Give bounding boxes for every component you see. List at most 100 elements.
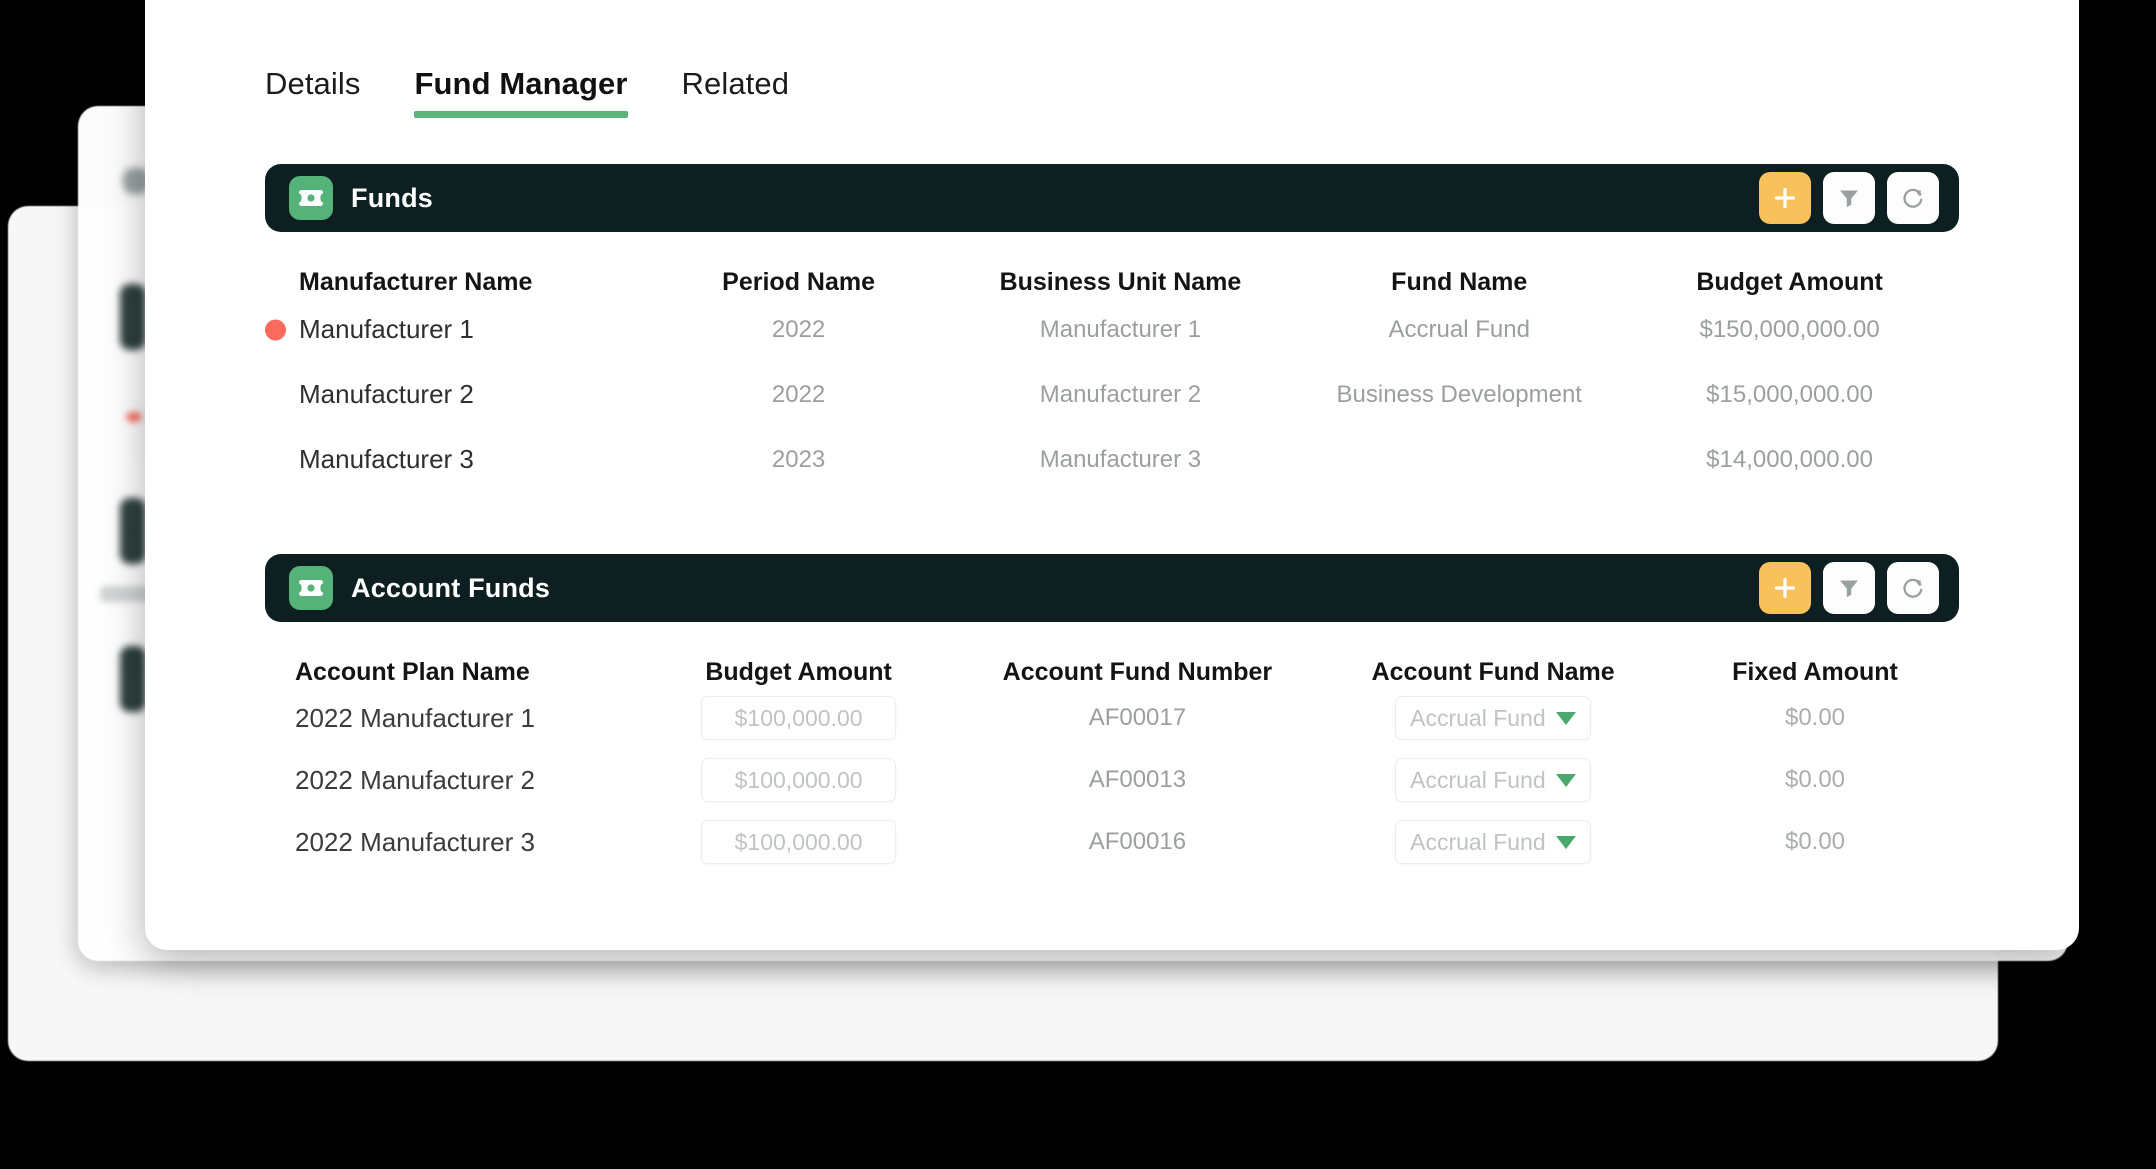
tab-related-label: Related (681, 66, 790, 101)
chevron-down-icon (1556, 835, 1577, 849)
af-cell-account-fund-number: AF00016 (1088, 828, 1187, 855)
account-funds-table: Account Plan Name Budget Amount Account … (265, 622, 1959, 873)
af-cell-account-fund-number: AF00013 (1088, 766, 1187, 793)
money-bill-icon (289, 566, 333, 610)
screenshot-canvas: Details Fund Manager Related Funds Manuf… (0, 0, 2156, 1169)
funds-table-head: Manufacturer Name Period Name Business U… (265, 232, 1959, 297)
af-cell-account-plan-name: 2022 Manufacturer 2 (295, 764, 535, 795)
funds-header-actions (1759, 172, 1939, 224)
account-funds-table-head: Account Plan Name Budget Amount Account … (265, 622, 1959, 687)
background-blur-dot (126, 412, 142, 422)
refresh-funds-button[interactable] (1887, 172, 1939, 224)
funds-header-row: Manufacturer Name Period Name Business U… (265, 232, 1959, 297)
col-account-plan-name: Account Plan Name (295, 658, 530, 686)
col-budget-amount: Budget Amount (1696, 268, 1883, 296)
table-row[interactable]: Manufacturer 1 2022 Manufacturer 1 Accru… (265, 297, 1959, 362)
account-fund-name-value: Accrual Fund (1410, 766, 1546, 793)
af-cell-account-fund-name: Accrual Fund (1315, 749, 1671, 811)
funds-cell-business-unit-name: Manufacturer 1 (1039, 315, 1202, 343)
col-account-fund-name: Account Fund Name (1371, 658, 1615, 686)
chevron-down-icon (1556, 711, 1577, 725)
background-blur-shape (120, 284, 146, 350)
funds-section: Funds Manufacturer Name Period Name Busi… (145, 164, 2079, 492)
col-period-name: Period Name (722, 268, 876, 296)
tab-related[interactable]: Related (682, 66, 790, 118)
funds-manufacturer-name-text: Manufacturer 2 (299, 379, 474, 409)
tab-details[interactable]: Details (265, 66, 360, 118)
af-cell-account-fund-name: Accrual Fund (1315, 811, 1671, 873)
account-funds-header-row: Account Plan Name Budget Amount Account … (265, 622, 1959, 687)
account-fund-name-select[interactable]: Accrual Fund (1395, 820, 1592, 864)
refresh-account-funds-button[interactable] (1887, 562, 1939, 614)
account-fund-name-value: Accrual Fund (1410, 704, 1546, 731)
col-business-unit-name: Business Unit Name (999, 268, 1242, 296)
funds-cell-budget-amount: $150,000,000.00 (1699, 315, 1880, 343)
tab-bar: Details Fund Manager Related (145, 0, 2079, 118)
table-row[interactable]: 2022 Manufacturer 1 $100,000.00 AF00017 … (265, 687, 1959, 749)
status-dot-icon (265, 319, 286, 340)
table-row[interactable]: 2022 Manufacturer 2 $100,000.00 AF00013 … (265, 749, 1959, 811)
funds-manufacturer-name-text: Manufacturer 1 (299, 314, 474, 344)
account-fund-name-select[interactable]: Accrual Fund (1395, 758, 1592, 802)
af-cell-account-fund-name: Accrual Fund (1315, 687, 1671, 749)
account-funds-section-title: Account Funds (351, 572, 551, 603)
funds-cell-period-name: 2023 (771, 445, 826, 473)
budget-amount-input[interactable]: $100,000.00 (701, 820, 897, 864)
af-cell-budget-amount: $100,000.00 (638, 687, 960, 749)
funds-cell-manufacturer-name: Manufacturer 2 (265, 362, 655, 427)
account-fund-name-select[interactable]: Accrual Fund (1395, 696, 1592, 740)
tab-details-label: Details (265, 66, 361, 101)
funds-title-group: Funds (289, 176, 1759, 220)
af-cell-account-plan-name: 2022 Manufacturer 1 (295, 702, 535, 733)
background-blur-shape (120, 498, 146, 564)
budget-amount-input[interactable]: $100,000.00 (701, 758, 897, 802)
funds-cell-manufacturer-name: Manufacturer 3 (265, 427, 655, 492)
account-funds-section: Account Funds Account Plan Name Budget A… (145, 554, 2079, 873)
funds-cell-budget-amount: $14,000,000.00 (1706, 445, 1873, 473)
funds-cell-period-name: 2022 (771, 315, 826, 343)
funds-cell-manufacturer-name: Manufacturer 1 (265, 297, 655, 362)
af-cell-account-plan-name: 2022 Manufacturer 3 (295, 826, 535, 857)
af-cell-budget-amount: $100,000.00 (638, 749, 960, 811)
account-funds-title-group: Account Funds (289, 566, 1759, 610)
table-row[interactable]: Manufacturer 3 2023 Manufacturer 3 $14,0… (265, 427, 1959, 492)
tab-fund-manager[interactable]: Fund Manager (414, 66, 628, 118)
col-manufacturer-name: Manufacturer Name (299, 268, 533, 296)
add-fund-button[interactable] (1759, 172, 1811, 224)
funds-cell-budget-amount: $15,000,000.00 (1706, 380, 1873, 408)
table-row[interactable]: Manufacturer 2 2022 Manufacturer 2 Busin… (265, 362, 1959, 427)
funds-table: Manufacturer Name Period Name Business U… (265, 232, 1959, 492)
chevron-down-icon (1556, 773, 1577, 787)
funds-cell-period-name: 2022 (771, 380, 826, 408)
af-cell-fixed-amount: $0.00 (1784, 766, 1846, 793)
account-fund-name-value: Accrual Fund (1410, 828, 1546, 855)
col-account-fund-number: Account Fund Number (1002, 658, 1273, 686)
col-fixed-amount: Fixed Amount (1732, 658, 1898, 686)
tab-fund-manager-label: Fund Manager (414, 66, 628, 101)
funds-cell-fund-name: Accrual Fund (1388, 315, 1530, 343)
account-funds-section-header: Account Funds (265, 554, 1959, 622)
account-funds-header-actions (1759, 562, 1939, 614)
funds-section-header: Funds (265, 164, 1959, 232)
table-row[interactable]: 2022 Manufacturer 3 $100,000.00 AF00016 … (265, 811, 1959, 873)
af-cell-budget-amount: $100,000.00 (638, 811, 960, 873)
add-account-fund-button[interactable] (1759, 562, 1811, 614)
funds-cell-business-unit-name: Manufacturer 3 (1039, 445, 1202, 473)
funds-cell-business-unit-name: Manufacturer 2 (1039, 380, 1202, 408)
funds-manufacturer-name-text: Manufacturer 3 (299, 444, 474, 474)
filter-funds-button[interactable] (1823, 172, 1875, 224)
background-blur-shape (120, 646, 146, 712)
fund-manager-panel: Details Fund Manager Related Funds Manuf… (145, 0, 2079, 950)
funds-section-title: Funds (351, 182, 433, 213)
filter-account-funds-button[interactable] (1823, 562, 1875, 614)
af-cell-fixed-amount: $0.00 (1784, 704, 1846, 731)
money-bill-icon (289, 176, 333, 220)
col-af-budget-amount: Budget Amount (705, 658, 892, 686)
af-cell-fixed-amount: $0.00 (1784, 828, 1846, 855)
funds-table-body: Manufacturer 1 2022 Manufacturer 1 Accru… (265, 297, 1959, 492)
col-fund-name: Fund Name (1391, 268, 1528, 296)
funds-cell-fund-name: Business Development (1336, 380, 1582, 408)
funds-cell-fund-name (1298, 427, 1620, 492)
budget-amount-input[interactable]: $100,000.00 (701, 696, 897, 740)
af-cell-account-fund-number: AF00017 (1088, 704, 1187, 731)
